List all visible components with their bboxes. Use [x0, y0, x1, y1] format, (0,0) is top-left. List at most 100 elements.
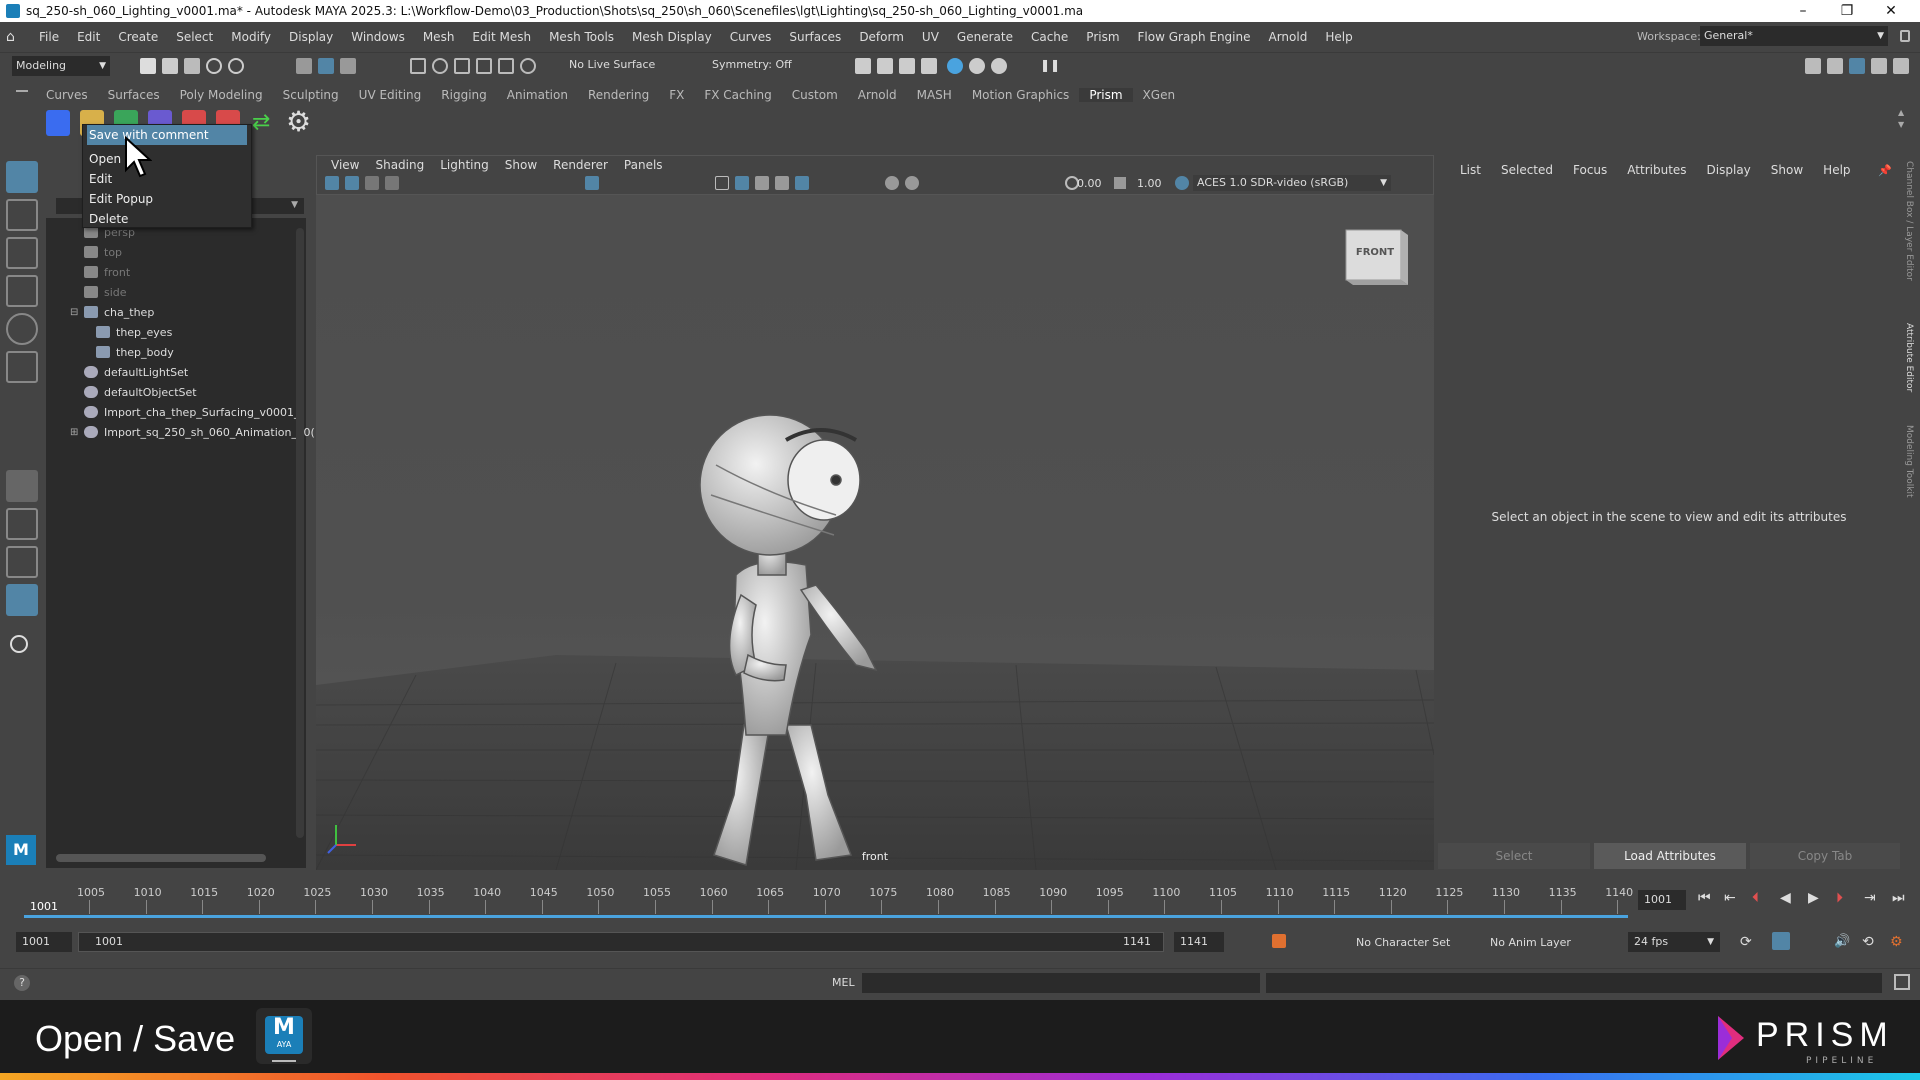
ipr-render-icon[interactable]	[899, 58, 915, 74]
auto-key-icon[interactable]	[1272, 934, 1286, 948]
bookmark-icon[interactable]	[365, 176, 379, 190]
snap-point-icon[interactable]	[454, 58, 470, 74]
menu-uv[interactable]: UV	[913, 30, 948, 44]
help-icon[interactable]: ?	[14, 975, 30, 991]
ae-select-button[interactable]: Select	[1438, 843, 1590, 869]
side-tab-channel-box[interactable]: Channel Box / Layer Editor	[1904, 161, 1914, 281]
smooth-shade-icon[interactable]	[735, 176, 749, 190]
menu-edit-mesh[interactable]: Edit Mesh	[463, 30, 540, 44]
menu-mesh[interactable]: Mesh	[414, 30, 464, 44]
step-back-key-icon[interactable]: ⇤	[1724, 890, 1736, 906]
snap-curve-icon[interactable]	[432, 58, 448, 74]
outliner-item-side[interactable]: side	[84, 282, 127, 302]
snap-view-icon[interactable]	[476, 58, 492, 74]
single-view-icon[interactable]	[6, 470, 38, 502]
play-backwards-icon[interactable]: ◀	[1780, 890, 1791, 906]
menu-arnold[interactable]: Arnold	[1260, 30, 1317, 44]
select-by-hierarchy-icon[interactable]	[296, 58, 312, 74]
outliner-item-default-light-set[interactable]: defaultLightSet	[84, 362, 188, 382]
menu-curves[interactable]: Curves	[721, 30, 781, 44]
sound-icon[interactable]: 🔊	[1834, 934, 1850, 949]
live-surface-field[interactable]: No Live Surface	[569, 58, 655, 71]
menu-display[interactable]: Display	[280, 30, 342, 44]
shelf-tab-fx[interactable]: FX	[659, 88, 694, 102]
arnold-view-icon[interactable]	[991, 58, 1007, 74]
prism-save-icon[interactable]	[46, 110, 70, 136]
shelf-tab-curves[interactable]: Curves	[36, 88, 98, 102]
shelf-tab-animation[interactable]: Animation	[497, 88, 578, 102]
workspace-dropdown[interactable]: General* ▼	[1700, 26, 1888, 46]
textured-icon[interactable]	[755, 176, 769, 190]
ae-menu-help[interactable]: Help	[1813, 163, 1860, 177]
image-plane-icon[interactable]	[385, 176, 399, 190]
lock-icon[interactable]	[1900, 30, 1910, 42]
go-to-start-icon[interactable]: ⏮	[1698, 890, 1711, 906]
outliner-item-thep-body[interactable]: thep_body	[96, 342, 174, 362]
panel-layout-icon-4[interactable]	[1871, 58, 1887, 74]
gear-icon[interactable]: ⚙	[286, 108, 311, 136]
shelf-tab-uv-editing[interactable]: UV Editing	[349, 88, 432, 102]
lasso-tool-icon[interactable]	[6, 199, 38, 231]
time-slider[interactable]: 1001 1001 ⏮ ⇤ ⏴ ◀ ▶ ⏵ ⇥ ⏭ 1005 1010 1015 10…	[0, 880, 1920, 922]
snap-surface-icon[interactable]	[498, 58, 514, 74]
ae-menu-selected[interactable]: Selected	[1491, 163, 1563, 177]
outliner-item-default-object-set[interactable]: defaultObjectSet	[84, 382, 197, 402]
outliner-item-cha-thep[interactable]: ⊟ cha_thep	[70, 302, 154, 322]
grid-toggle-icon[interactable]	[585, 176, 599, 190]
side-tab-modeling-toolkit[interactable]: Modeling Toolkit	[1904, 425, 1914, 498]
command-input[interactable]	[862, 973, 1260, 993]
shelf-tab-fx-caching[interactable]: FX Caching	[694, 88, 781, 102]
outliner-vscrollbar[interactable]	[296, 228, 304, 838]
ae-menu-attributes[interactable]: Attributes	[1617, 163, 1696, 177]
render-frame-icon[interactable]	[877, 58, 893, 74]
anim-prefs-icon[interactable]: ⚙	[1890, 934, 1903, 950]
undo-icon[interactable]	[206, 58, 222, 74]
render-settings-icon[interactable]	[921, 58, 937, 74]
step-forward-frame-icon[interactable]: ⏵	[1836, 890, 1843, 906]
mode-dropdown[interactable]: Modeling ▼	[12, 56, 110, 76]
search-icon[interactable]	[10, 635, 28, 653]
outliner-item-top[interactable]: top	[84, 242, 122, 262]
menu-mesh-display[interactable]: Mesh Display	[623, 30, 721, 44]
menu-cache[interactable]: Cache	[1022, 30, 1077, 44]
panel-layout-icon-2[interactable]	[1827, 58, 1843, 74]
ae-load-attributes-button[interactable]: Load Attributes	[1594, 843, 1746, 869]
outliner-item-import-surfacing[interactable]: Import_cha_thep_Surfacing_v0001_	[84, 402, 299, 422]
menu-deform[interactable]: Deform	[850, 30, 913, 44]
pause-icon[interactable]: ❚❚	[1040, 58, 1060, 74]
snap-grid-icon[interactable]	[410, 58, 426, 74]
expand-icon[interactable]: ⊞	[70, 427, 80, 438]
menu-item-edit-popup[interactable]: Edit Popup	[87, 189, 247, 209]
character-set-dropdown[interactable]: No Character Set	[1356, 936, 1450, 949]
select-tool-icon[interactable]	[6, 161, 38, 193]
menu-select[interactable]: Select	[167, 30, 222, 44]
menu-item-save-with-comment[interactable]: Save with comment	[87, 125, 247, 145]
outliner-hscrollbar[interactable]	[56, 854, 266, 862]
shelf-tab-rigging[interactable]: Rigging	[431, 88, 496, 102]
shelf-tab-motion-graphics[interactable]: Motion Graphics	[962, 88, 1080, 102]
shelf-tab-sculpting[interactable]: Sculpting	[273, 88, 349, 102]
step-back-frame-icon[interactable]: ⏴	[1752, 890, 1759, 906]
new-scene-icon[interactable]	[140, 58, 156, 74]
shelf-tab-mash[interactable]: MASH	[907, 88, 962, 102]
viewport-menu-lighting[interactable]: Lighting	[432, 158, 497, 172]
script-editor-icon[interactable]	[1894, 974, 1910, 990]
viewport-menu-view[interactable]: View	[323, 158, 367, 172]
isolate-icon[interactable]	[885, 176, 899, 190]
panel-layout-icon-5[interactable]	[1893, 58, 1909, 74]
outliner-item-thep-eyes[interactable]: thep_eyes	[96, 322, 172, 342]
menu-item-open[interactable]: Open	[87, 149, 247, 169]
menu-create[interactable]: Create	[109, 30, 167, 44]
animation-end-field[interactable]: 1141	[1174, 932, 1224, 952]
shelf-tab-poly-modeling[interactable]: Poly Modeling	[170, 88, 273, 102]
menu-mesh-tools[interactable]: Mesh Tools	[540, 30, 623, 44]
xray-icon[interactable]	[905, 176, 919, 190]
fps-dropdown[interactable]: 24 fps ▼	[1628, 932, 1720, 952]
loop-icon[interactable]: ⟳	[1740, 934, 1752, 950]
shelf-scroll-up-icon[interactable]: ▲	[1898, 108, 1904, 117]
ae-copy-tab-button[interactable]: Copy Tab	[1750, 843, 1900, 869]
wireframe-icon[interactable]	[715, 176, 729, 190]
menu-item-edit[interactable]: Edit	[87, 169, 247, 189]
shelf-tab-surfaces[interactable]: Surfaces	[98, 88, 170, 102]
move-tool-icon[interactable]	[6, 275, 38, 307]
